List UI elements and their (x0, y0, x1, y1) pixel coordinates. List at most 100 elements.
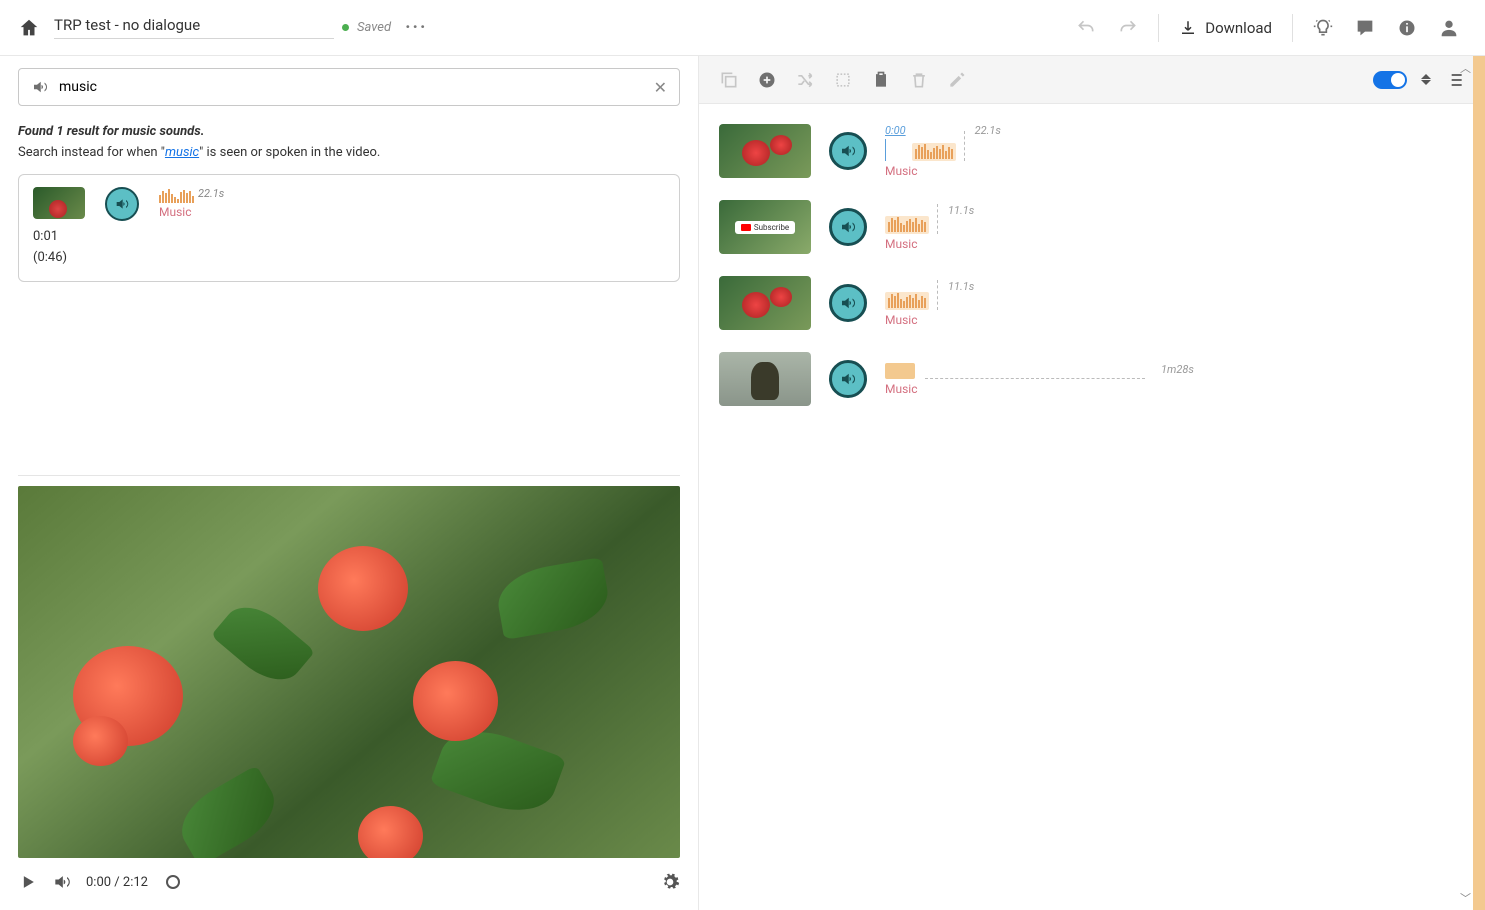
waveform-icon (885, 292, 929, 310)
result-row: 0:01 (0:46) 22.1s (33, 187, 665, 269)
top-bar: TRP test - no dialogue Saved ··· Downloa… (0, 0, 1485, 56)
divider (18, 475, 680, 476)
preview-area: 0:00 / 2:12 (0, 457, 698, 910)
player-time: 0:00 / 2:12 (86, 875, 148, 890)
player-controls: 0:00 / 2:12 (18, 858, 680, 892)
clip-row[interactable]: 0:00 22.1s Music (719, 124, 1455, 178)
volume-icon[interactable] (52, 872, 72, 892)
redo-icon[interactable] (1110, 10, 1146, 46)
trash-icon[interactable] (909, 70, 929, 90)
lightbulb-icon[interactable] (1305, 10, 1341, 46)
top-bar-right: Download (1068, 10, 1467, 46)
search-box[interactable]: ✕ (18, 68, 680, 106)
result-thumb-col: 0:01 (0:46) (33, 187, 85, 269)
shuffle-icon[interactable] (795, 70, 815, 90)
copy-icon[interactable] (719, 70, 739, 90)
undo-icon[interactable] (1068, 10, 1104, 46)
results-suffix: . (201, 124, 205, 139)
clip-row[interactable]: 11.1s Music (719, 276, 1455, 330)
home-icon[interactable] (18, 17, 40, 39)
divider (1292, 14, 1293, 42)
result-label: Music (159, 205, 224, 219)
clip-label: Music (885, 164, 1001, 178)
results-count: Found 1 result for music sounds. (18, 124, 680, 139)
scroll-up-icon[interactable]: ︿ (1460, 60, 1471, 76)
result-duration: 22.1s (198, 187, 224, 200)
result-length: (0:46) (33, 248, 85, 269)
clip-duration: 1m28s (1161, 363, 1194, 376)
instead-suffix: " is seen or spoken in the video. (199, 145, 380, 160)
add-icon[interactable] (757, 70, 777, 90)
saved-label: Saved (357, 20, 391, 35)
clip-track: 11.1s Music (885, 204, 974, 251)
play-button[interactable] (18, 872, 38, 892)
clipboard-icon[interactable] (871, 70, 891, 90)
result-card[interactable]: 0:01 (0:46) 22.1s (18, 174, 680, 282)
waveform-icon (885, 363, 915, 379)
video-preview[interactable] (18, 486, 680, 858)
toolbar-right (1373, 70, 1465, 90)
edit-icon[interactable] (947, 70, 967, 90)
info-icon[interactable] (1389, 10, 1425, 46)
clip-label: Music (885, 237, 974, 251)
clip-track: 0:00 22.1s Music (885, 124, 1001, 178)
speaker-icon (31, 78, 49, 96)
view-toggle[interactable] (1373, 71, 1407, 89)
timeline-toolbar (699, 56, 1485, 104)
clip-duration: 22.1s (975, 124, 1001, 137)
clip-track: 11.1s Music (885, 280, 974, 327)
clips-list: 0:0022.1s MusicSubscribe 11.1s Music 11.… (699, 104, 1485, 910)
left-panel: ✕ Found 1 result for music sounds. Searc… (0, 56, 699, 910)
download-label: Download (1205, 19, 1272, 37)
clip-thumbnail[interactable] (719, 276, 811, 330)
sort-icon[interactable] (1421, 74, 1431, 85)
main-content: ✕ Found 1 result for music sounds. Searc… (0, 56, 1485, 910)
instead-prefix: Search instead for when " (18, 145, 165, 160)
project-title[interactable]: TRP test - no dialogue (54, 16, 334, 39)
scroll-indicator[interactable] (1473, 56, 1485, 910)
clear-search-icon[interactable]: ✕ (654, 78, 667, 97)
clip-label: Music (885, 313, 974, 327)
saved-dot-icon (342, 24, 349, 31)
waveform-icon (885, 216, 929, 234)
result-meta: 0:01 (0:46) (33, 227, 85, 269)
search-container: ✕ (0, 56, 698, 118)
search-instead: Search instead for when "music" is seen … (18, 145, 680, 160)
search-input[interactable] (59, 79, 644, 95)
clip-duration: 11.1s (948, 204, 974, 217)
settings-icon[interactable] (660, 872, 680, 892)
user-icon[interactable] (1431, 10, 1467, 46)
result-thumbnail[interactable] (33, 187, 85, 219)
download-button[interactable]: Download (1171, 19, 1280, 37)
scroll-down-icon[interactable]: ﹀ (1460, 890, 1471, 906)
scrubber[interactable] (166, 875, 180, 889)
playhead-time: 0:00 (885, 124, 906, 137)
clip-audio-button[interactable] (829, 360, 867, 398)
clip-audio-button[interactable] (829, 284, 867, 322)
more-menu-icon[interactable]: ··· (405, 17, 427, 38)
results-term: music sounds (122, 124, 201, 139)
waveform-block: 22.1s Music (159, 187, 224, 219)
crop-icon[interactable] (833, 70, 853, 90)
results-prefix: Found 1 result for (18, 124, 122, 139)
clip-thumbnail[interactable] (719, 124, 811, 178)
clip-label: Music (885, 382, 1455, 396)
clip-duration: 11.1s (948, 280, 974, 293)
clip-thumbnail[interactable]: Subscribe (719, 200, 811, 254)
clip-thumbnail[interactable] (719, 352, 811, 406)
clip-audio-button[interactable] (829, 208, 867, 246)
waveform-icon (912, 143, 956, 161)
comment-icon[interactable] (1347, 10, 1383, 46)
clip-row[interactable]: Subscribe 11.1s Music (719, 200, 1455, 254)
waveform-icon (159, 187, 194, 203)
right-panel: 0:0022.1s MusicSubscribe 11.1s Music 11.… (699, 56, 1485, 910)
result-start-time: 0:01 (33, 227, 85, 248)
save-status: Saved (342, 20, 391, 35)
audio-play-button[interactable] (105, 187, 139, 221)
results-area: Found 1 result for music sounds. Search … (0, 118, 698, 288)
clip-audio-button[interactable] (829, 132, 867, 170)
divider (1158, 14, 1159, 42)
clip-track: 1m28s Music (885, 363, 1455, 396)
clip-row[interactable]: 1m28s Music (719, 352, 1455, 406)
search-instead-link[interactable]: music (165, 145, 199, 160)
